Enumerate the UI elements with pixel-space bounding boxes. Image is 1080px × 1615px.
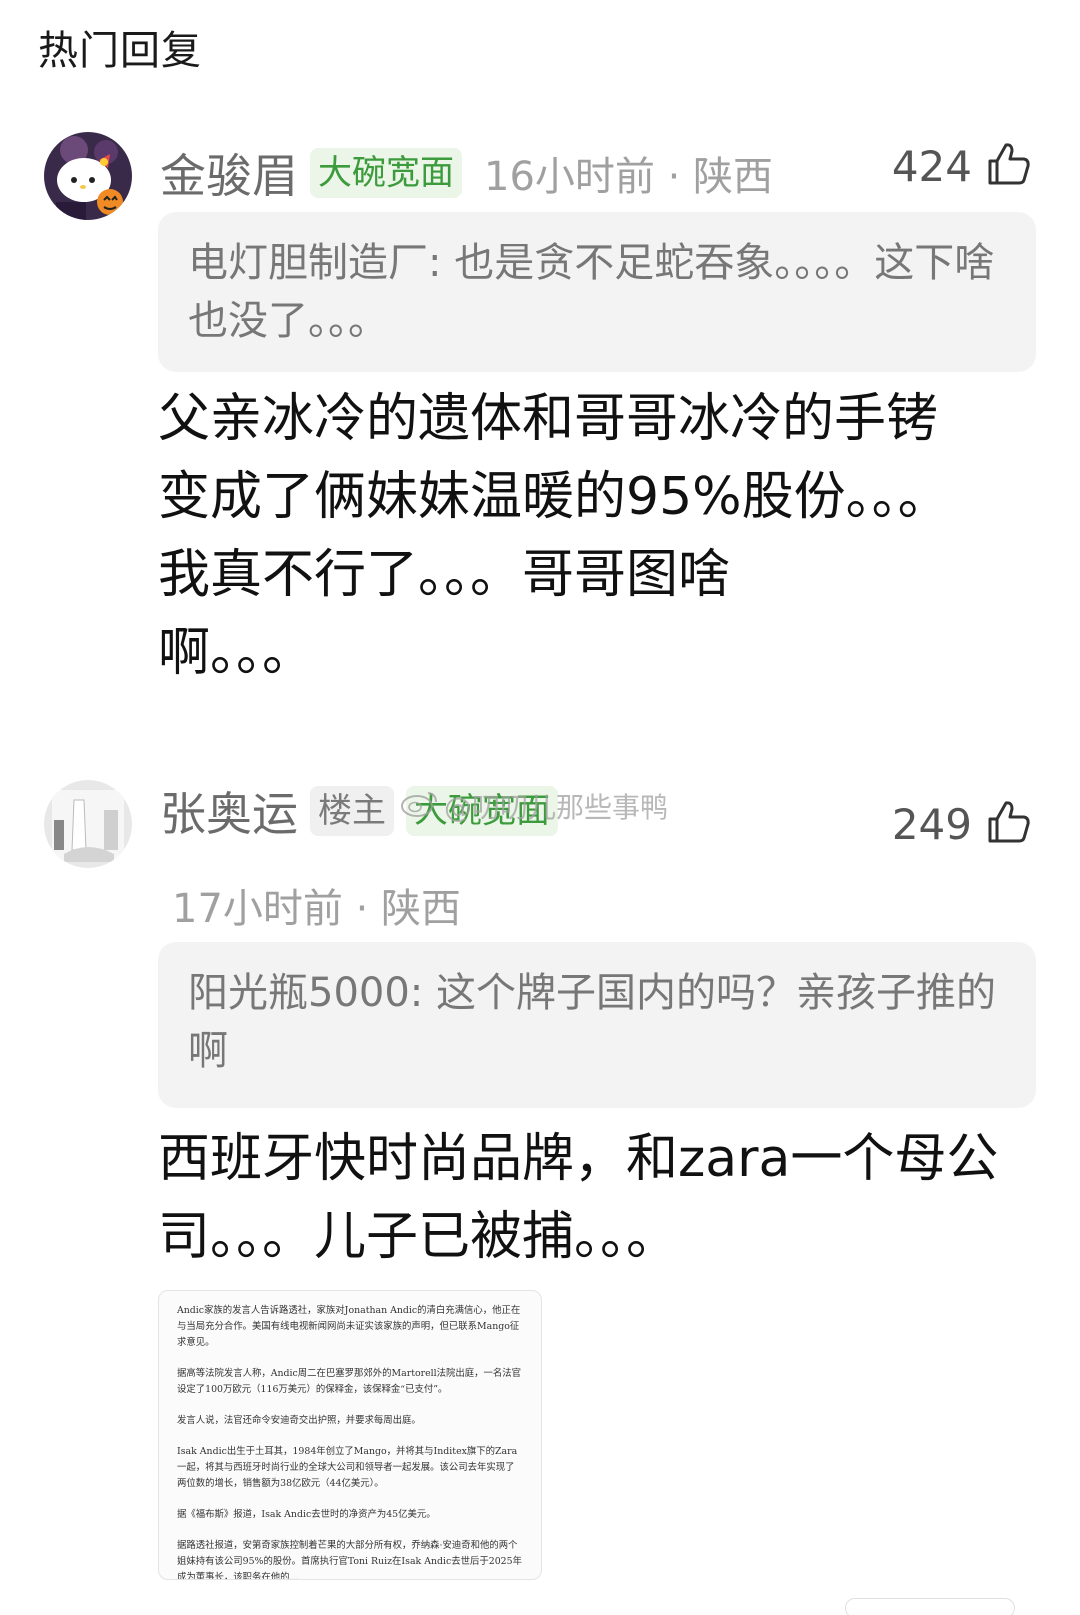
section-title: 热门回复 (38, 28, 202, 74)
like-button[interactable]: 424 (892, 140, 1032, 192)
comment-header: 金骏眉 大碗宽面 16小时前 · 陕西 (160, 140, 773, 206)
op-badge: 楼主 (310, 786, 394, 836)
weibo-logo-icon (400, 788, 440, 825)
watermark: @叨叨儿那些事鸭 (400, 786, 668, 826)
avatar[interactable] (44, 780, 132, 868)
like-count: 424 (891, 141, 972, 191)
user-badge: 大碗宽面 (310, 148, 462, 198)
comment-meta-line: 17小时前 · 陕西 (150, 876, 461, 934)
time-location: 16小时前 · 陕西 (484, 154, 774, 200)
thumbs-up-icon (984, 140, 1032, 192)
quoted-author[interactable]: 电灯胆制造厂 (188, 240, 428, 286)
avatar[interactable] (44, 132, 132, 220)
thumbs-up-icon (984, 798, 1032, 850)
quoted-reply[interactable]: 阳光瓶5000: 这个牌子国内的吗？亲孩子推的啊 (158, 942, 1036, 1108)
like-button[interactable]: 249 (892, 798, 1032, 850)
time-location: 17小时前 · 陕西 (172, 886, 462, 932)
comment-body: 父亲冰冷的遗体和哥哥冰冷的手铐 变成了俩妹妹温暖的95%股份。。。 我真不行了。… (158, 389, 950, 683)
bottom-pill[interactable] (845, 1598, 1015, 1615)
username[interactable]: 金骏眉 (160, 140, 298, 206)
username[interactable]: 张奥运 (160, 778, 298, 844)
quoted-author[interactable]: 阳光瓶5000 (188, 970, 410, 1016)
quoted-reply[interactable]: 电灯胆制造厂: 也是贪不足蛇吞象。。。。这下啥也没了。。。 (158, 212, 1036, 372)
attached-image[interactable]: Andic家族的发言人告诉路透社，家族对Jonathan Andic的清白充满信… (158, 1290, 542, 1580)
comment-body: 西班牙快时尚品牌，和zara一个母公 司。。。儿子已被捕。。。 (158, 1129, 999, 1267)
like-count: 249 (891, 799, 972, 849)
